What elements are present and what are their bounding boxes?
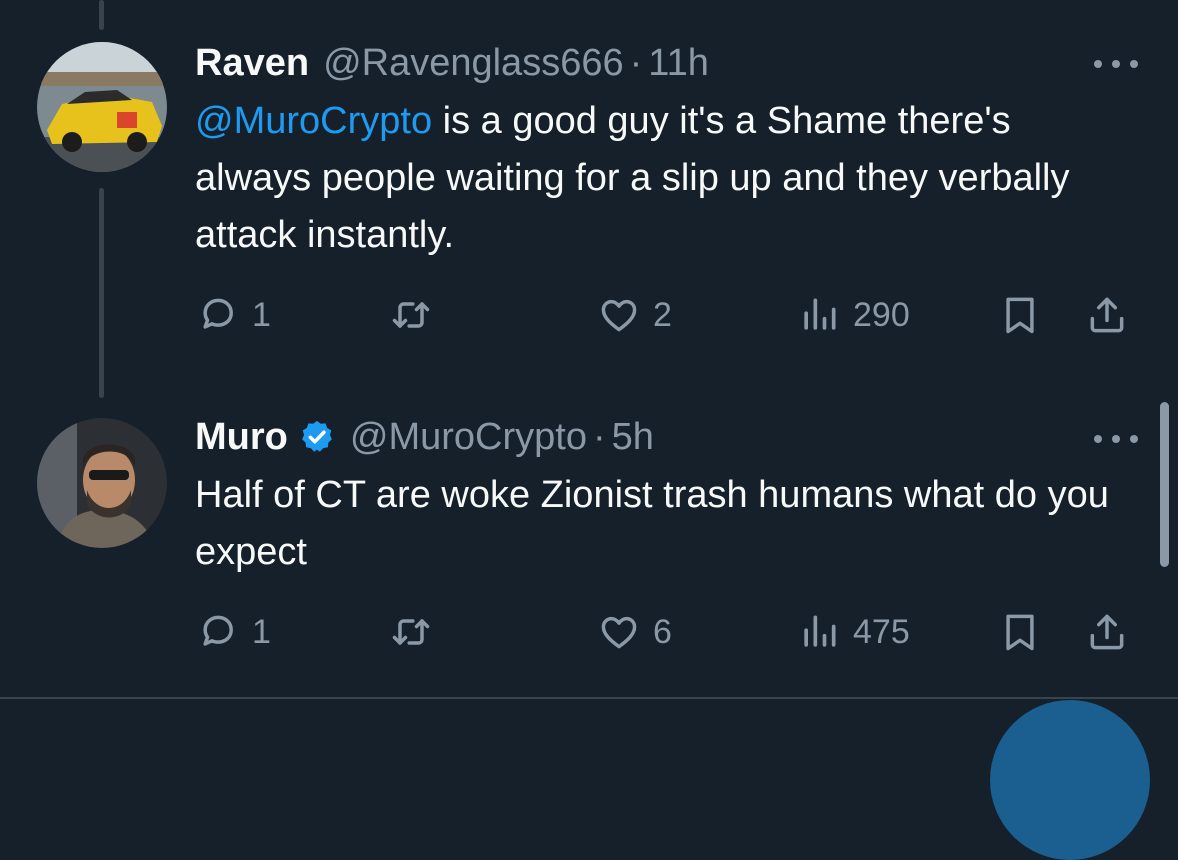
- tweet-text: Half of CT are woke Zionist trash humans…: [195, 474, 1109, 573]
- avatar-muro[interactable]: [37, 418, 167, 548]
- retweet-button[interactable]: [389, 290, 445, 340]
- display-name[interactable]: Raven: [195, 40, 309, 86]
- retweet-icon: [389, 610, 433, 654]
- reply-icon: [196, 610, 240, 654]
- reply-count: 1: [252, 295, 271, 334]
- like-button[interactable]: 2: [597, 290, 672, 340]
- reply-count: 1: [252, 612, 271, 651]
- timestamp[interactable]: 5h: [612, 414, 654, 460]
- like-count: 2: [653, 295, 672, 334]
- like-icon: [597, 610, 641, 654]
- retweet-icon: [389, 293, 433, 337]
- share-icon: [1085, 293, 1129, 337]
- avatar-raven[interactable]: [37, 42, 167, 172]
- bookmark-icon: [998, 293, 1042, 337]
- tweet-divider: [0, 697, 1178, 699]
- bookmark-button[interactable]: [998, 607, 1042, 657]
- bookmark-button[interactable]: [998, 290, 1042, 340]
- retweet-button[interactable]: [389, 607, 445, 657]
- like-button[interactable]: 6: [597, 607, 672, 657]
- display-name[interactable]: Muro: [195, 414, 288, 460]
- mention-link[interactable]: @MuroCrypto: [195, 100, 432, 142]
- view-count: 290: [853, 295, 910, 334]
- share-icon: [1085, 610, 1129, 654]
- user-handle[interactable]: @Ravenglass666: [323, 40, 624, 86]
- verified-badge-icon: [298, 418, 336, 456]
- view-count: 475: [853, 612, 910, 651]
- tweet-raven[interactable]: Raven @Ravenglass666 · 11h @MuroCrypto i…: [0, 0, 1178, 390]
- like-count: 6: [653, 612, 672, 651]
- reply-icon: [196, 293, 240, 337]
- more-icon[interactable]: [1094, 56, 1138, 72]
- share-button[interactable]: [1085, 290, 1129, 340]
- bookmark-icon: [998, 610, 1042, 654]
- compose-button[interactable]: [990, 700, 1150, 860]
- timestamp[interactable]: 11h: [648, 40, 709, 86]
- scrollbar[interactable]: [1160, 402, 1169, 567]
- like-icon: [597, 293, 641, 337]
- views-icon: [797, 293, 841, 337]
- action-bar: 1 2 290: [0, 290, 1178, 340]
- tweet-text: @MuroCrypto is a good guy it's a Shame t…: [195, 93, 1125, 264]
- separator-dot: ·: [629, 42, 643, 84]
- separator-dot: ·: [592, 416, 606, 458]
- user-handle[interactable]: @MuroCrypto: [350, 414, 587, 460]
- share-button[interactable]: [1085, 607, 1129, 657]
- views-button[interactable]: 290: [797, 290, 910, 340]
- tweet-header: Muro @MuroCrypto · 5h: [195, 414, 654, 460]
- more-icon[interactable]: [1094, 431, 1138, 447]
- views-icon: [797, 610, 841, 654]
- tweet-header: Raven @Ravenglass666 · 11h: [195, 40, 709, 86]
- action-bar: 1 6 475: [0, 607, 1178, 657]
- views-button[interactable]: 475: [797, 607, 910, 657]
- tweet-muro[interactable]: Muro @MuroCrypto · 5h Half of CT are wok…: [0, 390, 1178, 697]
- reply-button[interactable]: 1: [196, 290, 271, 340]
- reply-button[interactable]: 1: [196, 607, 271, 657]
